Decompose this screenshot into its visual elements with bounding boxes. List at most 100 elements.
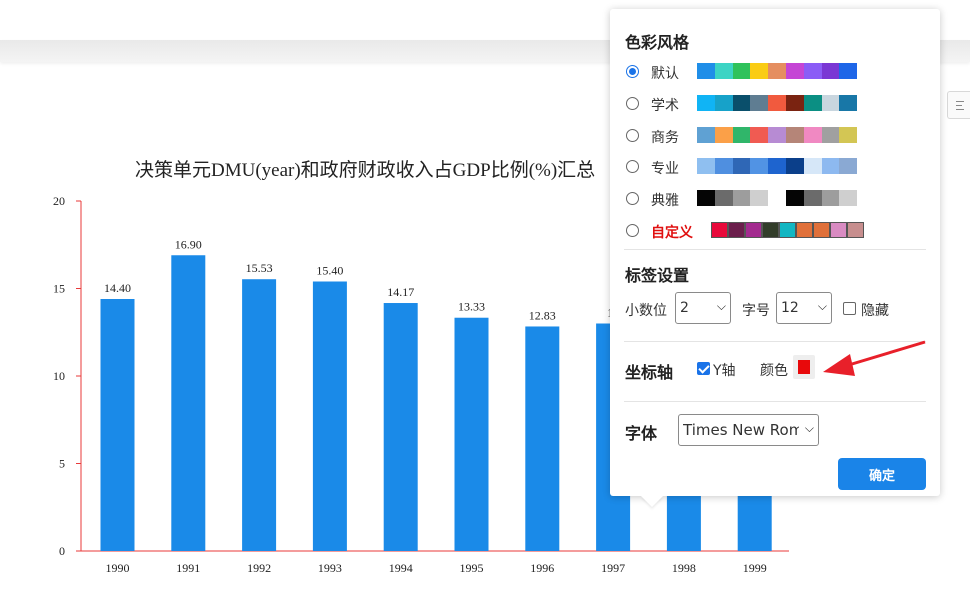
palette-option-0[interactable]: 默认: [624, 62, 924, 82]
font-size-label: 字号: [742, 303, 770, 319]
color-swatch: [732, 95, 751, 111]
font-size-select[interactable]: 12 ⌵: [776, 292, 832, 324]
palette-option-5[interactable]: 自定义: [624, 221, 924, 241]
divider: [624, 341, 926, 342]
decimals-select[interactable]: 2 ⌵: [675, 292, 731, 324]
bar-1993: [312, 281, 347, 551]
palette-option-4[interactable]: 典雅: [624, 189, 924, 209]
x-tick-label: 1997: [601, 561, 625, 575]
color-swatch: [839, 127, 858, 143]
color-swatch: [785, 127, 804, 143]
color-swatch: [750, 95, 769, 111]
bar-1992: [242, 279, 277, 551]
divider: [624, 401, 926, 402]
color-swatch: [813, 222, 830, 238]
bar-1991: [171, 255, 206, 551]
color-swatch: [785, 95, 804, 111]
x-tick-label: 1995: [460, 561, 484, 575]
color-swatch: [779, 222, 796, 238]
color-swatch: [732, 63, 751, 79]
palette-radio[interactable]: [626, 192, 639, 205]
data-label: 15.40: [316, 264, 343, 278]
color-swatch: [750, 190, 769, 206]
color-swatch: [732, 127, 751, 143]
palette-option-2[interactable]: 商务: [624, 126, 924, 146]
palette-swatches: [711, 222, 864, 238]
palette-radio[interactable]: [626, 224, 639, 237]
y-axis: 0 5 10 15 20: [53, 194, 82, 558]
palette-swatches: [697, 127, 858, 143]
palette-label: 商务: [651, 130, 679, 146]
color-swatch: [785, 158, 804, 174]
color-swatch: [768, 127, 786, 143]
color-swatch: [697, 127, 715, 143]
color-swatch: [821, 158, 840, 174]
axis-color-swatch: [798, 360, 810, 374]
color-swatch: [803, 127, 822, 143]
palette-radio[interactable]: [626, 129, 639, 142]
chevron-down-icon: ⌵: [716, 299, 726, 313]
color-swatch: [785, 190, 804, 206]
palette-label: 自定义: [651, 225, 693, 241]
palette-label: 学术: [651, 98, 679, 114]
data-label: 16.90: [175, 237, 202, 251]
color-swatch: [839, 190, 858, 206]
color-swatch: [839, 158, 858, 174]
bar-1996: [525, 326, 560, 551]
data-label: 15.53: [246, 261, 273, 275]
y-tick-label: 15: [53, 282, 65, 296]
font-family-select[interactable]: Times New Roman ⌵: [678, 414, 819, 446]
data-label: 14.40: [104, 281, 131, 295]
hide-labels-checkbox[interactable]: [843, 302, 856, 315]
chevron-down-icon: ⌵: [804, 421, 814, 435]
confirm-button[interactable]: 确定: [838, 458, 926, 490]
color-swatch: [697, 95, 715, 111]
color-swatch: [697, 190, 715, 206]
color-swatch: [821, 190, 840, 206]
palette-radio[interactable]: [626, 160, 639, 173]
color-swatch: [711, 222, 728, 238]
color-swatch: [714, 158, 733, 174]
color-swatch: [697, 63, 715, 79]
color-swatch: [768, 158, 786, 174]
color-style-title: 色彩风格: [625, 33, 690, 52]
color-swatch: [697, 158, 715, 174]
decimals-label: 小数位: [625, 303, 667, 319]
color-swatch: [803, 63, 822, 79]
color-swatch: [803, 190, 822, 206]
palette-radio[interactable]: [626, 65, 639, 78]
y-tick-label: 10: [53, 369, 65, 383]
palette-option-3[interactable]: 专业: [624, 157, 924, 177]
color-swatch: [821, 63, 840, 79]
y-axis-checkbox[interactable]: [697, 362, 710, 375]
chart-settings-popover: 色彩风格 默认 学术 商务 专业 典雅 自定义 标签设置 小数位 2 ⌵ 字号 12 ⌵ …: [610, 9, 940, 507]
color-swatch: [762, 222, 779, 238]
color-swatch: [821, 95, 840, 111]
color-swatch: [785, 63, 804, 79]
palette-option-1[interactable]: 学术: [624, 94, 924, 114]
palette-radio[interactable]: [626, 97, 639, 110]
data-label: 14.17: [387, 285, 414, 299]
y-tick-label: 0: [59, 544, 65, 558]
color-swatch: [839, 95, 858, 111]
color-swatch: [732, 158, 751, 174]
x-tick-label: 1996: [530, 561, 554, 575]
palette-label: 默认: [651, 66, 679, 82]
y-axis-label: Y轴: [713, 363, 736, 379]
color-swatch: [803, 95, 822, 111]
color-swatch: [821, 127, 840, 143]
data-label: 12.83: [529, 308, 556, 322]
x-tick-label: 1999: [743, 561, 767, 575]
palette-swatches: [697, 95, 858, 111]
decimals-value: 2: [680, 300, 689, 316]
color-swatch: [714, 95, 733, 111]
palette-label: 专业: [651, 161, 679, 177]
color-swatch: [768, 63, 786, 79]
x-tick-label: 1992: [247, 561, 271, 575]
axis-color-picker[interactable]: [793, 355, 815, 379]
axis-color-label: 颜色: [760, 363, 788, 379]
font-family-value: Times New Roman: [683, 421, 799, 439]
color-swatch: [839, 63, 858, 79]
color-swatch: [728, 222, 745, 238]
axis-title: 坐标轴: [625, 363, 674, 382]
